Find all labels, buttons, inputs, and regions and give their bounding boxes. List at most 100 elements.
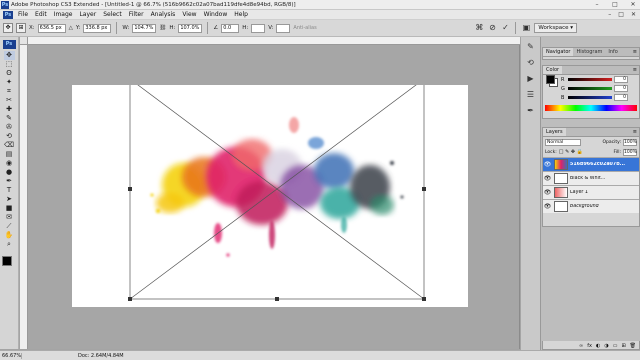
notes-icon[interactable]: ✉ <box>4 213 15 222</box>
channel-value-field[interactable]: 0 <box>614 94 628 101</box>
canvas[interactable] <box>72 77 468 307</box>
layer-row[interactable]: 👁 Black & Whit... <box>543 171 639 185</box>
warp-icon[interactable]: ⌘ <box>474 23 484 33</box>
hand-icon[interactable]: ✋ <box>4 231 15 240</box>
handle-middle-left[interactable] <box>128 187 132 191</box>
link-icon[interactable]: ⛓ <box>159 25 166 31</box>
zoom-level[interactable]: 66.67% <box>0 352 22 359</box>
menu-help[interactable]: Help <box>234 11 248 18</box>
brush-icon[interactable]: ✎ <box>4 114 15 123</box>
h-skew-field[interactable] <box>251 23 266 33</box>
channel-slider[interactable] <box>568 78 612 81</box>
workspace-button[interactable]: Workspace ▾ <box>534 23 577 33</box>
doc-minimize-button[interactable]: – <box>608 11 611 18</box>
handle-bottom-left[interactable] <box>128 297 132 301</box>
trash-icon[interactable]: 🗑 <box>630 343 636 349</box>
menu-edit[interactable]: Edit <box>35 11 47 18</box>
v-skew-field[interactable] <box>276 23 291 33</box>
tab-navigator[interactable]: Navigator <box>543 48 574 56</box>
link-layers-icon[interactable]: ∞ <box>579 343 583 349</box>
foreground-color-swatch[interactable] <box>2 256 12 266</box>
color-spectrum-bar[interactable] <box>545 105 637 111</box>
handle-middle-right[interactable] <box>422 187 426 191</box>
menu-view[interactable]: View <box>182 11 196 18</box>
visibility-eye-icon[interactable]: 👁 <box>543 203 552 210</box>
menu-window[interactable]: Window <box>204 11 228 18</box>
minimize-button[interactable]: – <box>592 1 602 9</box>
mask-icon[interactable]: ◐ <box>596 343 600 349</box>
panel-menu-icon[interactable]: ≡ <box>631 48 639 56</box>
commit-transform-icon[interactable]: ✓ <box>500 23 510 33</box>
brushes-palette-icon[interactable]: ▣ <box>521 23 531 33</box>
magic-wand-icon[interactable]: ✦ <box>4 78 15 87</box>
menu-analysis[interactable]: Analysis <box>151 11 176 18</box>
visibility-eye-icon[interactable]: 👁 <box>543 189 552 196</box>
tab-histogram[interactable]: Histogram <box>573 48 605 56</box>
cancel-transform-icon[interactable]: ⊘ <box>487 23 497 33</box>
antialias-checkbox[interactable]: Anti-alias <box>293 25 316 31</box>
pen-icon[interactable]: ✒ <box>4 177 15 186</box>
close-button[interactable]: ✕ <box>628 1 638 9</box>
blur-icon[interactable]: ◉ <box>4 159 15 168</box>
gradient-icon[interactable]: ▤ <box>4 150 15 159</box>
menu-file[interactable]: File <box>18 11 28 18</box>
handle-bottom-right[interactable] <box>422 297 426 301</box>
move-icon[interactable]: ✥ <box>3 51 15 60</box>
channel-value-field[interactable]: 0 <box>614 76 628 83</box>
tab-color[interactable]: Color <box>543 66 563 74</box>
lock-icons[interactable]: □ ✎ ✥ 🔒 <box>559 149 583 155</box>
marquee-icon[interactable]: ⬚ <box>4 60 15 69</box>
transform-tool-icon[interactable]: ✥ <box>3 23 13 33</box>
eyedropper-icon[interactable]: ⟋ <box>4 222 15 231</box>
clone-stamp-icon[interactable]: ✇ <box>4 123 15 132</box>
history-panel-icon[interactable]: ⟲ <box>525 57 537 69</box>
color-fg-swatch[interactable] <box>546 75 555 84</box>
eraser-icon[interactable]: ⌫ <box>4 141 15 150</box>
menu-layer[interactable]: Layer <box>79 11 96 18</box>
doc-restore-button[interactable]: □ <box>618 11 624 18</box>
maximize-button[interactable]: □ <box>610 1 620 9</box>
doc-close-button[interactable]: ✕ <box>631 11 636 18</box>
visibility-eye-icon[interactable]: 👁 <box>543 161 552 168</box>
type-icon[interactable]: T <box>4 186 15 195</box>
tab-info[interactable]: Info <box>605 48 620 56</box>
adjustment-layer-icon[interactable]: ◑ <box>604 343 608 349</box>
slice-icon[interactable]: ✂ <box>4 96 15 105</box>
width-field[interactable]: 104.7% <box>132 23 157 33</box>
dodge-icon[interactable]: ● <box>4 168 15 177</box>
channel-value-field[interactable]: 0 <box>614 85 628 92</box>
y-field[interactable]: 336.8 px <box>83 23 112 33</box>
angle-field[interactable]: 0.0 <box>221 23 240 33</box>
healing-icon[interactable]: ✚ <box>4 105 15 114</box>
group-icon[interactable]: ▭ <box>613 343 618 349</box>
tab-layers[interactable]: Layers <box>543 128 566 136</box>
panel-menu-icon[interactable]: ≡ <box>631 128 639 136</box>
paths-panel-icon[interactable]: ✒ <box>525 105 537 117</box>
document-size[interactable]: Doc: 2.64M/4.84M <box>22 353 124 359</box>
crop-icon[interactable]: ⌗ <box>4 87 15 96</box>
menu-filter[interactable]: Filter <box>129 11 144 18</box>
ps-menu-icon[interactable]: Ps <box>3 11 13 19</box>
channel-slider[interactable] <box>568 96 612 99</box>
opacity-field[interactable]: 100% <box>623 138 637 146</box>
channel-slider[interactable] <box>568 87 612 90</box>
layer-row[interactable]: 👁 Background <box>543 199 639 213</box>
reference-point-icon[interactable]: ⊞ <box>16 23 26 33</box>
new-layer-icon[interactable]: ⊞ <box>621 343 625 349</box>
blend-mode-select[interactable]: Normal <box>545 138 581 146</box>
history-brush-icon[interactable]: ⟲ <box>4 132 15 141</box>
menu-image[interactable]: Image <box>54 11 73 18</box>
menu-select[interactable]: Select <box>103 11 122 18</box>
shape-icon[interactable]: ■ <box>4 204 15 213</box>
color-swatches[interactable] <box>1 255 17 271</box>
brushes-panel-icon[interactable]: ✎ <box>525 41 537 53</box>
fill-field[interactable]: 100% <box>623 148 637 156</box>
lasso-icon[interactable]: ʘ <box>4 69 15 78</box>
panel-menu-icon[interactable]: ≡ <box>631 66 639 74</box>
layer-row[interactable]: 👁 Layer 1 <box>543 185 639 199</box>
layer-row[interactable]: 👁 516b9662c02a07b... <box>543 157 639 171</box>
visibility-eye-icon[interactable]: 👁 <box>543 175 552 182</box>
path-select-icon[interactable]: ➤ <box>4 195 15 204</box>
vertical-ruler[interactable] <box>20 45 28 349</box>
horizontal-ruler[interactable] <box>28 37 520 45</box>
